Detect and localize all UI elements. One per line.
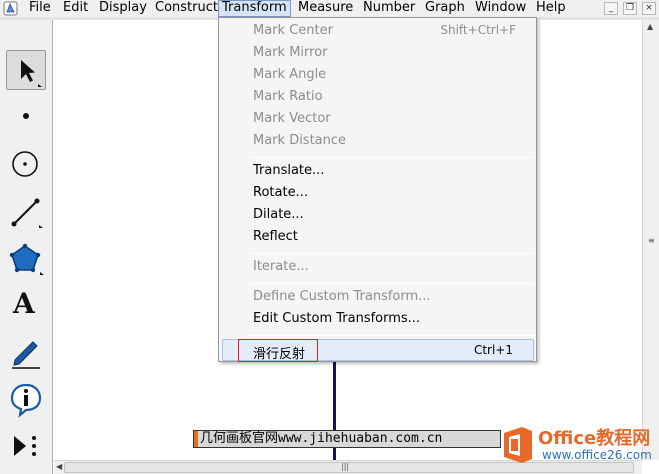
info-icon	[10, 383, 42, 418]
menu-edit[interactable]: Edit	[60, 0, 91, 17]
polygon-tool[interactable]	[6, 239, 46, 279]
menu-item-translate[interactable]: Translate...	[220, 160, 536, 182]
transform-menu-dropdown: Mark Center Shift+Ctrl+F Mark Mirror Mar…	[218, 17, 537, 362]
menu-item-label: Mark Angle	[253, 67, 327, 82]
menu-item-label: Mark Ratio	[253, 89, 323, 104]
menu-number[interactable]: Number	[360, 0, 418, 17]
menu-separator	[249, 283, 535, 284]
menu-separator	[249, 253, 535, 254]
watermark-accent	[194, 431, 198, 447]
office-watermark-url: www.office26.com	[542, 448, 652, 462]
point-icon	[23, 113, 29, 119]
vertical-scrollbar[interactable]: ▲ ≡	[642, 20, 659, 460]
menu-item-label: Translate...	[253, 163, 325, 178]
menu-item-mark-distance[interactable]: Mark Distance	[220, 130, 536, 152]
menu-display[interactable]: Display	[96, 0, 150, 17]
menu-item-label: Dilate...	[253, 207, 304, 222]
menu-item-mark-center[interactable]: Mark Center Shift+Ctrl+F	[220, 20, 536, 42]
office-watermark: Office教程网 www.office26.com	[500, 423, 659, 470]
menu-separator	[249, 335, 535, 336]
polygon-icon	[9, 243, 44, 275]
menu-item-iterate[interactable]: Iterate...	[220, 256, 536, 278]
text-tool[interactable]: A	[6, 285, 46, 325]
text-tool-icon: A	[13, 287, 35, 320]
restore-button[interactable]: ❐	[623, 2, 637, 15]
menu-item-label: Reflect	[253, 229, 298, 244]
menu-item-label: Mark Distance	[253, 133, 347, 148]
pencil-icon	[12, 341, 40, 369]
scroll-left-icon[interactable]: ◀	[56, 462, 62, 471]
menu-item-reflect[interactable]: Reflect	[220, 226, 536, 248]
menu-file[interactable]: File	[26, 0, 54, 17]
arrow-select-tool[interactable]	[6, 50, 46, 90]
menu-item-mark-vector[interactable]: Mark Vector	[220, 108, 536, 130]
custom-tools-icon	[14, 436, 36, 456]
menu-help[interactable]: Help	[533, 0, 569, 17]
circle-icon	[12, 151, 38, 177]
point-tool[interactable]	[6, 96, 46, 136]
scroll-up-icon[interactable]: ▲	[647, 22, 653, 31]
menu-item-label: Iterate...	[253, 259, 309, 274]
marker-tool[interactable]	[6, 332, 46, 372]
site-watermark: 几何画板官网www.jihehuaban.com.cn	[193, 430, 501, 448]
menu-item-mark-angle[interactable]: Mark Angle	[220, 64, 536, 86]
menu-item-label: Mark Mirror	[253, 45, 328, 60]
menu-window[interactable]: Window	[472, 0, 529, 17]
close-button[interactable]: ×	[642, 2, 656, 15]
menu-item-shortcut: Ctrl+1	[473, 343, 513, 357]
menu-item-label: Edit Custom Transforms...	[253, 311, 421, 326]
menu-item-mark-mirror[interactable]: Mark Mirror	[220, 42, 536, 64]
minimize-button[interactable]: _	[604, 2, 618, 15]
menu-item-define-custom-transform[interactable]: Define Custom Transform...	[220, 286, 536, 308]
menu-item-shortcut: Shift+Ctrl+F	[440, 23, 516, 37]
scroll-grip-icon: |||	[341, 462, 350, 471]
menu-item-rotate[interactable]: Rotate...	[220, 182, 536, 204]
segment-icon	[11, 198, 43, 228]
straightedge-tool[interactable]	[6, 192, 46, 232]
menu-bar: File Edit Display Construct Transform Me…	[0, 0, 659, 17]
app-icon[interactable]	[3, 1, 18, 16]
scroll-grip-icon: ≡	[648, 236, 655, 245]
menu-item-label: Mark Vector	[253, 111, 331, 126]
menu-item-label: Rotate...	[253, 185, 308, 200]
menu-item-mark-ratio[interactable]: Mark Ratio	[220, 86, 536, 108]
menu-measure[interactable]: Measure	[295, 0, 356, 17]
toolbox: A	[0, 20, 53, 474]
custom-tool[interactable]	[6, 426, 46, 466]
highlight-annotation-box	[238, 339, 318, 362]
menu-graph[interactable]: Graph	[422, 0, 468, 17]
menu-construct[interactable]: Construct	[152, 0, 221, 17]
menu-item-dilate[interactable]: Dilate...	[220, 204, 536, 226]
site-watermark-text: 几何画板官网www.jihehuaban.com.cn	[200, 431, 443, 446]
office-logo-icon	[504, 427, 532, 463]
information-tool[interactable]	[6, 379, 46, 419]
menu-item-edit-custom-transforms[interactable]: Edit Custom Transforms...	[220, 308, 536, 330]
menu-transform[interactable]: Transform	[218, 0, 291, 17]
arrow-cursor-icon	[21, 60, 42, 87]
compass-tool[interactable]	[6, 144, 46, 184]
office-watermark-title: Office教程网	[538, 428, 651, 449]
menu-item-label: Mark Center	[253, 23, 333, 38]
menu-separator	[249, 157, 535, 158]
menu-item-label: Define Custom Transform...	[253, 289, 431, 304]
